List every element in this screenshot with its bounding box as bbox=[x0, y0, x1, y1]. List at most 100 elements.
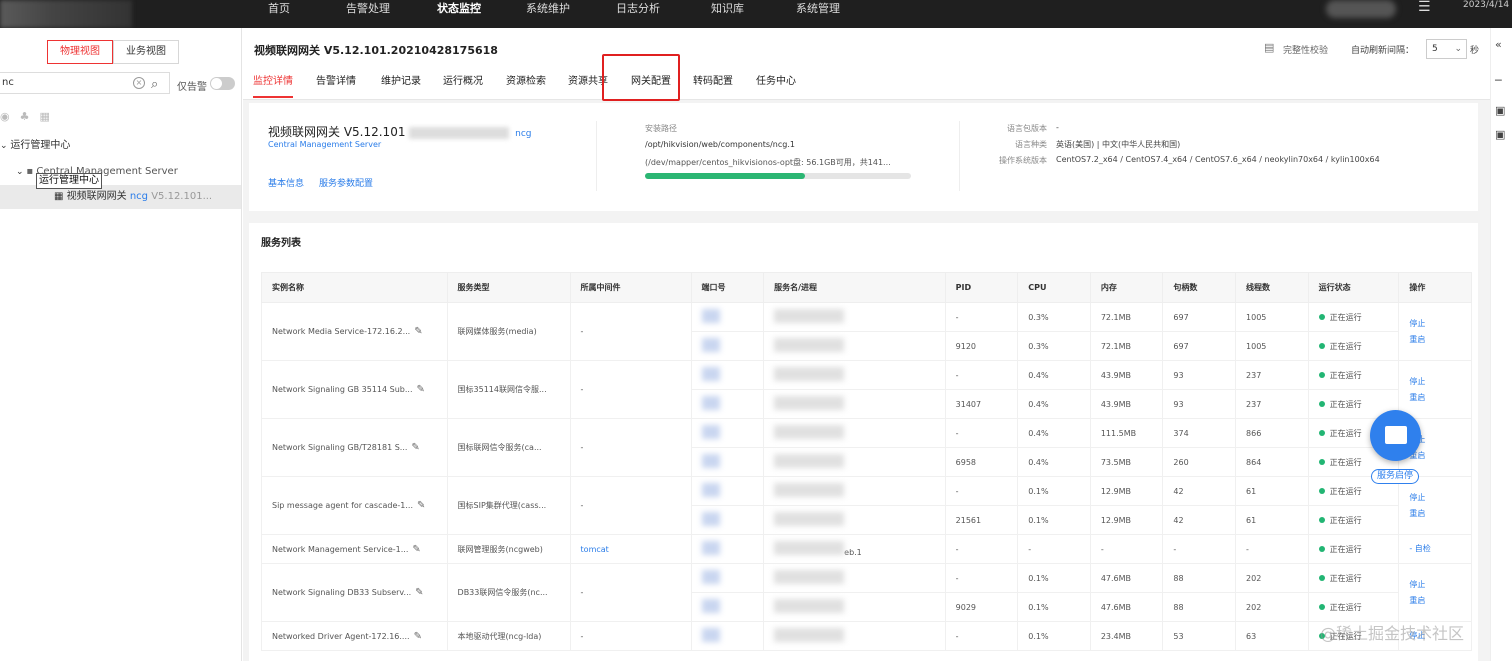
auto-refresh-value: 5 bbox=[1432, 44, 1438, 54]
nav-home[interactable]: 首页 bbox=[268, 0, 290, 28]
search-input[interactable]: nc × ⌕ bbox=[0, 72, 170, 94]
nav-log-analysis[interactable]: 日志分析 bbox=[616, 0, 660, 28]
status-text: 正在运行 bbox=[1329, 515, 1362, 525]
checklist-icon[interactable]: ▤ bbox=[1264, 41, 1274, 54]
nav-status-monitor[interactable]: 状态监控 bbox=[437, 0, 481, 28]
instance-name-cell: Network Signaling GB/T28181 S... ✎ bbox=[261, 418, 448, 477]
main-area: 视频联网网关 V5.12.101.20210428175618 ▤ 完整性校验 … bbox=[243, 28, 1490, 661]
edit-icon[interactable]: ✎ bbox=[414, 631, 422, 642]
service-toggle-label[interactable]: 服务启停 bbox=[1371, 469, 1420, 484]
menu-icon[interactable]: ☰ bbox=[1418, 0, 1436, 14]
port-cell bbox=[690, 476, 765, 506]
handles-cell: 697 bbox=[1162, 331, 1237, 361]
edit-icon[interactable]: ✎ bbox=[411, 442, 419, 453]
os-value: CentOS7.2_x64 / CentOS7.4_x64 / CentOS7.… bbox=[1056, 155, 1380, 164]
user-avatar[interactable] bbox=[1326, 0, 1396, 18]
redacted-port bbox=[701, 454, 720, 468]
mem-cell: - bbox=[1089, 534, 1164, 564]
auto-refresh-select[interactable]: 5 ⌄ bbox=[1426, 39, 1467, 59]
status-dot-icon bbox=[1318, 429, 1325, 436]
process-cell bbox=[763, 476, 946, 506]
process-cell bbox=[763, 621, 946, 651]
services-card: 服务列表 实例名称 服务类型 所属中间件 端口号 服务名/进程 PID CPU 内存 句柄数 线程… bbox=[249, 223, 1478, 661]
operation-link[interactable]: 重启 bbox=[1409, 506, 1470, 522]
tab-alarm-detail[interactable]: 告警详情 bbox=[316, 74, 356, 98]
operation-link[interactable]: 停止 bbox=[1409, 577, 1470, 593]
service-icon bbox=[1385, 426, 1407, 444]
table-row: Sip message agent for cascade-1... ✎ 国标SIP… bbox=[261, 476, 1472, 535]
tree-item-root[interactable]: ⌄ 运行管理中心 bbox=[0, 135, 70, 157]
column-header: 端口号 bbox=[690, 272, 765, 303]
only-alarm-label: 仅告警 bbox=[177, 82, 207, 93]
mem-cell: 73.5MB bbox=[1089, 447, 1164, 477]
tab-task-center[interactable]: 任务中心 bbox=[756, 74, 796, 98]
nav-knowledge[interactable]: 知识库 bbox=[711, 0, 744, 28]
operation-cell: - 自检 bbox=[1398, 534, 1472, 564]
integrity-check-button[interactable]: 完整性校验 bbox=[1283, 43, 1328, 56]
business-view-button[interactable]: 业务视图 bbox=[113, 40, 179, 64]
status-dot-icon bbox=[1318, 487, 1325, 494]
redacted-process bbox=[774, 425, 845, 439]
only-alarm-toggle[interactable] bbox=[210, 77, 235, 90]
table-row: Network Signaling DB33 Subserv... ✎ DB33联网… bbox=[261, 563, 1472, 622]
edit-icon[interactable]: ✎ bbox=[415, 587, 423, 598]
table-row: Network Media Service-172.16.2... ✎ 联网媒体服务… bbox=[261, 302, 1472, 361]
message-icon[interactable]: ▣ bbox=[1495, 104, 1505, 117]
tab-maintenance-log[interactable]: 维护记录 bbox=[381, 74, 421, 98]
nav-system-admin[interactable]: 系统管理 bbox=[796, 0, 840, 28]
tree-item-gateway[interactable]: ▦ 视频联网网关 ncg V5.12.101... bbox=[54, 186, 212, 208]
operation-link[interactable]: 停止 bbox=[1409, 316, 1470, 332]
search-icon[interactable]: ⌕ bbox=[151, 75, 158, 95]
threads-cell: 1005 bbox=[1235, 302, 1309, 332]
edit-icon[interactable]: ✎ bbox=[414, 326, 422, 337]
port-cell bbox=[690, 534, 765, 564]
tab-transcode-config[interactable]: 转码配置 bbox=[693, 74, 733, 98]
disk-usage-bar bbox=[645, 173, 911, 179]
service-toggle-fab[interactable] bbox=[1370, 410, 1421, 461]
tab-monitor-detail[interactable]: 监控详情 bbox=[253, 74, 293, 98]
handles-cell: 93 bbox=[1162, 360, 1237, 390]
edit-icon[interactable]: ✎ bbox=[417, 384, 425, 395]
tab-overview[interactable]: 运行概况 bbox=[443, 74, 483, 98]
expand-icon[interactable]: ◉ bbox=[0, 110, 20, 123]
group-icon[interactable]: ♣ bbox=[20, 110, 40, 123]
clear-icon[interactable]: × bbox=[133, 77, 145, 89]
status-dot-icon bbox=[1318, 545, 1325, 552]
grid-icon[interactable]: ▦ bbox=[39, 110, 59, 123]
nav-alarm[interactable]: 告警处理 bbox=[346, 0, 390, 28]
chevron-down-icon[interactable]: ⌄ bbox=[16, 167, 26, 177]
operation-link[interactable]: 重启 bbox=[1409, 332, 1470, 348]
operation-link[interactable]: - 自检 bbox=[1409, 541, 1470, 557]
threads-cell: 864 bbox=[1235, 447, 1309, 477]
status-dot-icon bbox=[1318, 342, 1325, 349]
edit-icon[interactable]: ✎ bbox=[417, 500, 425, 511]
status-text: 正在运行 bbox=[1329, 370, 1362, 380]
edit-icon[interactable]: ✎ bbox=[412, 544, 420, 555]
status-dot-icon bbox=[1318, 516, 1325, 523]
operation-link[interactable]: 停止 bbox=[1409, 490, 1470, 506]
threads-cell: - bbox=[1235, 534, 1309, 564]
handles-cell: - bbox=[1162, 534, 1237, 564]
service-params-link[interactable]: 服务参数配置 bbox=[319, 176, 373, 189]
operation-link[interactable]: 重启 bbox=[1409, 390, 1470, 406]
collapse-icon[interactable]: « bbox=[1495, 38, 1502, 51]
operation-link[interactable]: 重启 bbox=[1409, 593, 1470, 609]
nav-maintenance[interactable]: 系统维护 bbox=[526, 0, 570, 28]
operation-link[interactable]: 重启 bbox=[1409, 448, 1470, 464]
physical-view-button[interactable]: 物理视图 bbox=[47, 40, 113, 64]
lang-value: 英语(美国) | 中文(中华人民共和国) bbox=[1056, 140, 1181, 149]
redacted-process bbox=[774, 454, 845, 468]
service-type-cell: 国标35114联网信令服... bbox=[446, 360, 571, 419]
process-cell bbox=[763, 418, 946, 448]
basic-info-link[interactable]: 基本信息 bbox=[268, 176, 304, 189]
redacted-process bbox=[774, 483, 845, 497]
gateway-server[interactable]: Central Management Server bbox=[268, 140, 381, 149]
status-text: 正在运行 bbox=[1329, 544, 1362, 554]
alert-icon[interactable]: ▣ bbox=[1495, 128, 1505, 141]
threads-cell: 202 bbox=[1235, 592, 1309, 622]
chevron-down-icon[interactable]: ⌄ bbox=[0, 141, 10, 151]
cpu-cell: 0.1% bbox=[1017, 592, 1091, 622]
operation-link[interactable]: 停止 bbox=[1409, 374, 1470, 390]
tab-resource-search[interactable]: 资源检索 bbox=[506, 74, 546, 98]
handles-cell: 42 bbox=[1162, 476, 1237, 506]
